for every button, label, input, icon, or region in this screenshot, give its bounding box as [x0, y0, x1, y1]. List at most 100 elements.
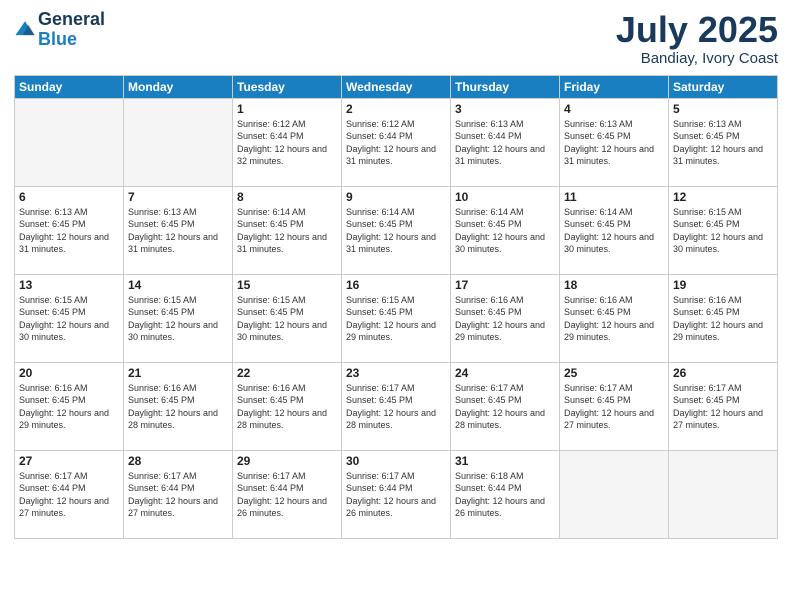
day-info: Sunrise: 6:13 AM Sunset: 6:45 PM Dayligh…	[564, 118, 664, 168]
day-info: Sunrise: 6:15 AM Sunset: 6:45 PM Dayligh…	[346, 294, 446, 344]
calendar-cell: 1 Sunrise: 6:12 AM Sunset: 6:44 PM Daylig…	[233, 98, 342, 186]
calendar-cell: 18 Sunrise: 6:16 AM Sunset: 6:45 PM Dayli…	[560, 274, 669, 362]
calendar-week-row: 27 Sunrise: 6:17 AM Sunset: 6:44 PM Dayli…	[15, 450, 778, 538]
calendar-header-friday: Friday	[560, 75, 669, 98]
day-info: Sunrise: 6:15 AM Sunset: 6:45 PM Dayligh…	[128, 294, 228, 344]
calendar-cell: 31 Sunrise: 6:18 AM Sunset: 6:44 PM Dayli…	[451, 450, 560, 538]
calendar-header-tuesday: Tuesday	[233, 75, 342, 98]
calendar-cell: 14 Sunrise: 6:15 AM Sunset: 6:45 PM Dayli…	[124, 274, 233, 362]
day-info: Sunrise: 6:12 AM Sunset: 6:44 PM Dayligh…	[237, 118, 337, 168]
day-number: 17	[455, 278, 555, 292]
logo-icon	[14, 19, 36, 41]
calendar-cell: 5Sunrise: 6:13 AM Sunset: 6:45 PM Daylig…	[669, 98, 778, 186]
day-info: Sunrise: 6:16 AM Sunset: 6:45 PM Dayligh…	[564, 294, 664, 344]
calendar-header-row: SundayMondayTuesdayWednesdayThursdayFrid…	[15, 75, 778, 98]
calendar-cell: 7Sunrise: 6:13 AM Sunset: 6:45 PM Daylig…	[124, 186, 233, 274]
day-number: 26	[673, 366, 773, 380]
calendar-cell: 29 Sunrise: 6:17 AM Sunset: 6:44 PM Dayli…	[233, 450, 342, 538]
day-number: 29	[237, 454, 337, 468]
day-number: 24	[455, 366, 555, 380]
day-number: 16	[346, 278, 446, 292]
calendar-cell	[15, 98, 124, 186]
day-number: 27	[19, 454, 119, 468]
calendar-cell: 3Sunrise: 6:13 AM Sunset: 6:44 PM Daylig…	[451, 98, 560, 186]
calendar-header-saturday: Saturday	[669, 75, 778, 98]
day-number: 22	[237, 366, 337, 380]
day-number: 1	[237, 102, 337, 116]
day-number: 11	[564, 190, 664, 204]
calendar-cell: 22 Sunrise: 6:16 AM Sunset: 6:45 PM Dayli…	[233, 362, 342, 450]
calendar-table: SundayMondayTuesdayWednesdayThursdayFrid…	[14, 75, 778, 539]
day-number: 9	[346, 190, 446, 204]
day-info: Sunrise: 6:14 AM Sunset: 6:45 PM Dayligh…	[564, 206, 664, 256]
day-number: 12	[673, 190, 773, 204]
calendar-cell: 21Sunrise: 6:16 AM Sunset: 6:45 PM Dayli…	[124, 362, 233, 450]
day-info: Sunrise: 6:17 AM Sunset: 6:45 PM Dayligh…	[455, 382, 555, 432]
logo-general-text: General	[38, 9, 105, 29]
day-info: Sunrise: 6:12 AM Sunset: 6:44 PM Dayligh…	[346, 118, 446, 168]
day-info: Sunrise: 6:17 AM Sunset: 6:44 PM Dayligh…	[346, 470, 446, 520]
day-info: Sunrise: 6:15 AM Sunset: 6:45 PM Dayligh…	[19, 294, 119, 344]
day-info: Sunrise: 6:14 AM Sunset: 6:45 PM Dayligh…	[237, 206, 337, 256]
day-info: Sunrise: 6:16 AM Sunset: 6:45 PM Dayligh…	[128, 382, 228, 432]
day-number: 7	[128, 190, 228, 204]
day-number: 28	[128, 454, 228, 468]
day-number: 18	[564, 278, 664, 292]
calendar-header-thursday: Thursday	[451, 75, 560, 98]
day-number: 20	[19, 366, 119, 380]
day-info: Sunrise: 6:17 AM Sunset: 6:45 PM Dayligh…	[346, 382, 446, 432]
day-info: Sunrise: 6:18 AM Sunset: 6:44 PM Dayligh…	[455, 470, 555, 520]
day-number: 15	[237, 278, 337, 292]
calendar-cell: 11 Sunrise: 6:14 AM Sunset: 6:45 PM Dayli…	[560, 186, 669, 274]
day-info: Sunrise: 6:17 AM Sunset: 6:45 PM Dayligh…	[673, 382, 773, 432]
calendar-cell: 17 Sunrise: 6:16 AM Sunset: 6:45 PM Dayli…	[451, 274, 560, 362]
calendar-cell: 27 Sunrise: 6:17 AM Sunset: 6:44 PM Dayli…	[15, 450, 124, 538]
month-title: July 2025	[616, 10, 778, 50]
day-number: 13	[19, 278, 119, 292]
day-info: Sunrise: 6:14 AM Sunset: 6:45 PM Dayligh…	[455, 206, 555, 256]
calendar-week-row: 6Sunrise: 6:13 AM Sunset: 6:45 PM Daylig…	[15, 186, 778, 274]
day-number: 14	[128, 278, 228, 292]
title-block: July 2025 Bandiay, Ivory Coast	[616, 10, 778, 67]
calendar-cell: 23 Sunrise: 6:17 AM Sunset: 6:45 PM Dayli…	[342, 362, 451, 450]
logo: General Blue	[14, 10, 105, 50]
day-info: Sunrise: 6:15 AM Sunset: 6:45 PM Dayligh…	[237, 294, 337, 344]
day-info: Sunrise: 6:13 AM Sunset: 6:45 PM Dayligh…	[19, 206, 119, 256]
calendar-header-monday: Monday	[124, 75, 233, 98]
day-info: Sunrise: 6:17 AM Sunset: 6:44 PM Dayligh…	[237, 470, 337, 520]
calendar-header-sunday: Sunday	[15, 75, 124, 98]
day-number: 4	[564, 102, 664, 116]
day-info: Sunrise: 6:16 AM Sunset: 6:45 PM Dayligh…	[455, 294, 555, 344]
logo-blue-text: Blue	[38, 29, 77, 49]
day-number: 31	[455, 454, 555, 468]
calendar-week-row: 1 Sunrise: 6:12 AM Sunset: 6:44 PM Daylig…	[15, 98, 778, 186]
day-number: 23	[346, 366, 446, 380]
calendar-cell: 6Sunrise: 6:13 AM Sunset: 6:45 PM Daylig…	[15, 186, 124, 274]
calendar-cell: 2Sunrise: 6:12 AM Sunset: 6:44 PM Daylig…	[342, 98, 451, 186]
calendar-cell: 12 Sunrise: 6:15 AM Sunset: 6:45 PM Dayli…	[669, 186, 778, 274]
day-number: 25	[564, 366, 664, 380]
day-number: 3	[455, 102, 555, 116]
calendar-cell: 30Sunrise: 6:17 AM Sunset: 6:44 PM Dayli…	[342, 450, 451, 538]
calendar-cell	[669, 450, 778, 538]
calendar-week-row: 20 Sunrise: 6:16 AM Sunset: 6:45 PM Dayli…	[15, 362, 778, 450]
day-info: Sunrise: 6:16 AM Sunset: 6:45 PM Dayligh…	[237, 382, 337, 432]
calendar-cell: 8 Sunrise: 6:14 AM Sunset: 6:45 PM Daylig…	[233, 186, 342, 274]
day-info: Sunrise: 6:17 AM Sunset: 6:45 PM Dayligh…	[564, 382, 664, 432]
calendar-cell: 4 Sunrise: 6:13 AM Sunset: 6:45 PM Daylig…	[560, 98, 669, 186]
calendar-cell: 28Sunrise: 6:17 AM Sunset: 6:44 PM Dayli…	[124, 450, 233, 538]
day-info: Sunrise: 6:16 AM Sunset: 6:45 PM Dayligh…	[673, 294, 773, 344]
day-info: Sunrise: 6:15 AM Sunset: 6:45 PM Dayligh…	[673, 206, 773, 256]
calendar-cell: 13 Sunrise: 6:15 AM Sunset: 6:45 PM Dayli…	[15, 274, 124, 362]
calendar-cell: 24 Sunrise: 6:17 AM Sunset: 6:45 PM Dayli…	[451, 362, 560, 450]
day-info: Sunrise: 6:17 AM Sunset: 6:44 PM Dayligh…	[19, 470, 119, 520]
calendar-cell: 16 Sunrise: 6:15 AM Sunset: 6:45 PM Dayli…	[342, 274, 451, 362]
day-number: 8	[237, 190, 337, 204]
location-subtitle: Bandiay, Ivory Coast	[616, 50, 778, 67]
calendar-cell	[124, 98, 233, 186]
day-info: Sunrise: 6:16 AM Sunset: 6:45 PM Dayligh…	[19, 382, 119, 432]
calendar-cell	[560, 450, 669, 538]
calendar-cell: 25 Sunrise: 6:17 AM Sunset: 6:45 PM Dayli…	[560, 362, 669, 450]
calendar-cell: 10Sunrise: 6:14 AM Sunset: 6:45 PM Dayli…	[451, 186, 560, 274]
calendar-cell: 20 Sunrise: 6:16 AM Sunset: 6:45 PM Dayli…	[15, 362, 124, 450]
